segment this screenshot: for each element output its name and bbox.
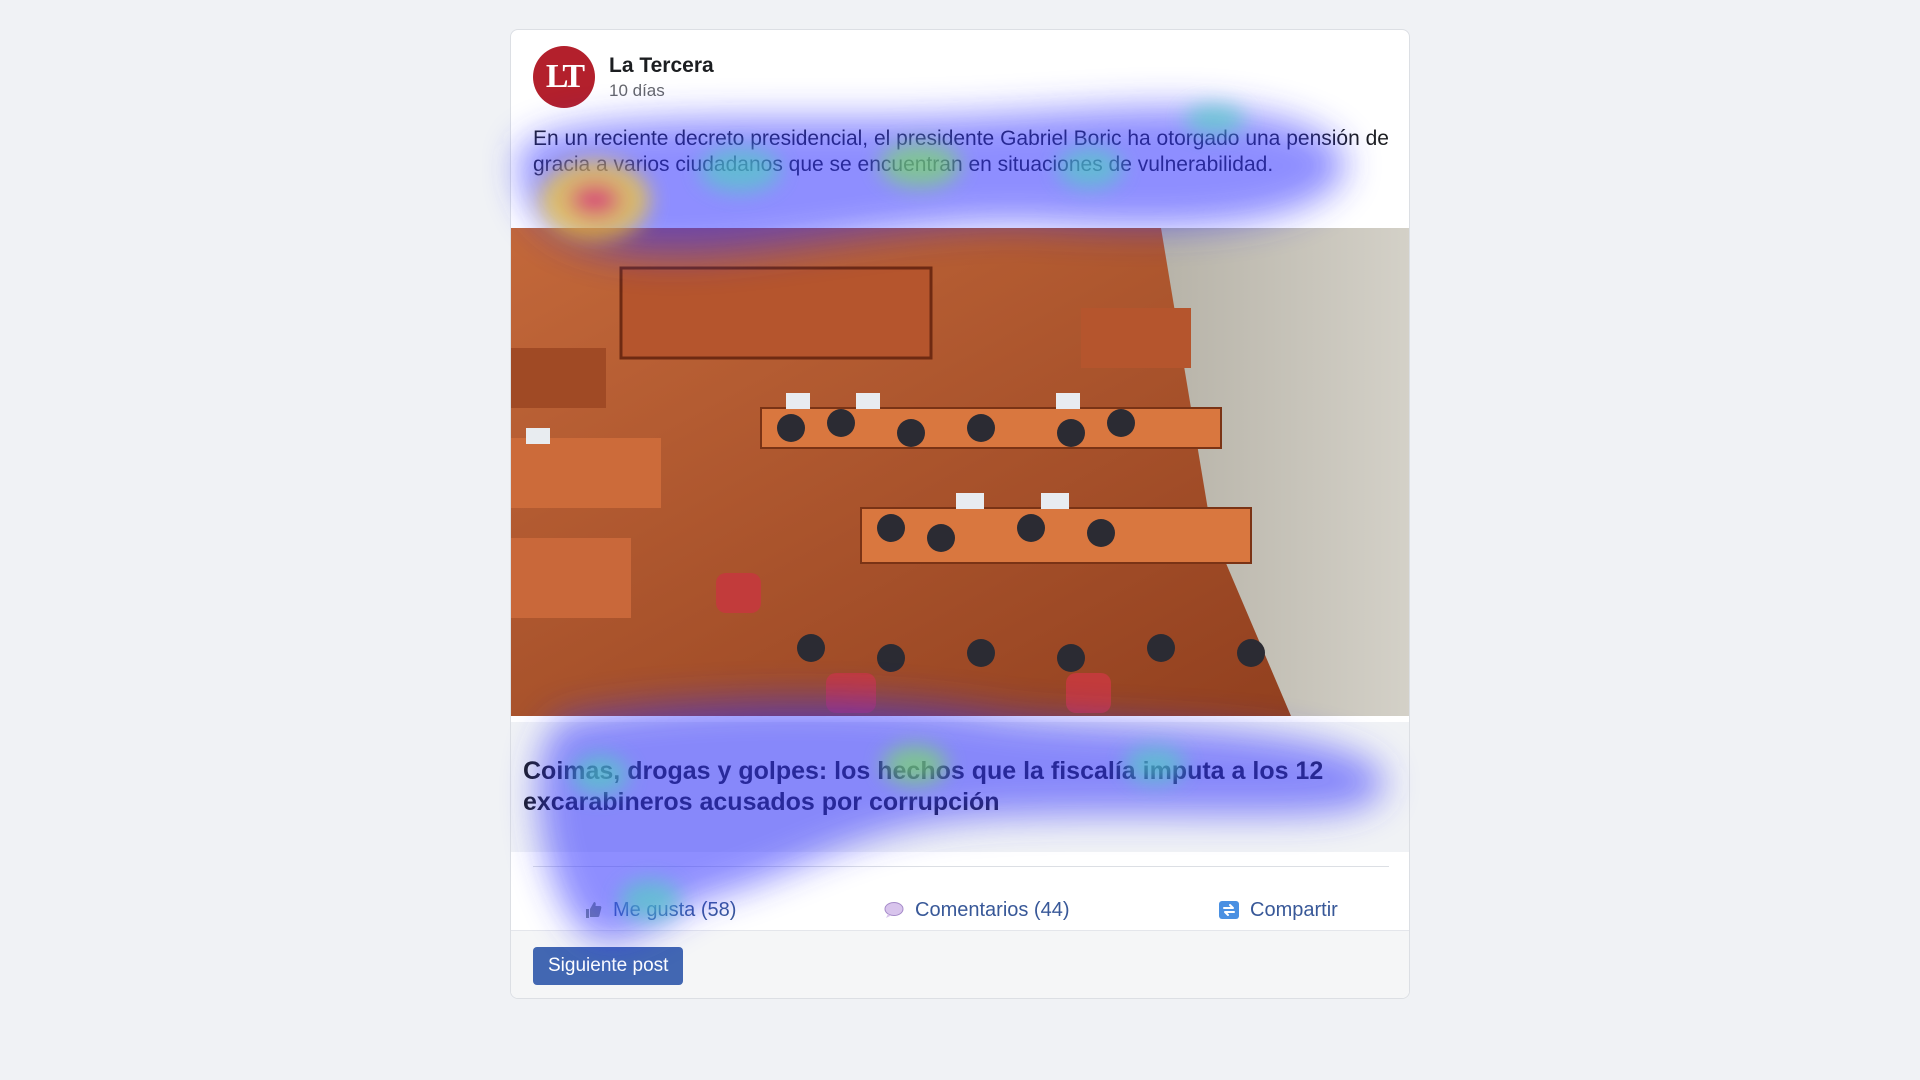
like-label: Me gusta (58) [613,898,737,921]
comment-icon [883,901,905,919]
courtroom-photo [511,228,1409,716]
author-name[interactable]: La Tercera [609,54,714,78]
comments-button[interactable]: Comentarios (44) [883,884,1070,936]
link-title[interactable]: Coimas, drogas y golpes: los hechos que … [523,756,1399,818]
link-preview[interactable]: Coimas, drogas y golpes: los hechos que … [511,722,1409,852]
post-text: En un reciente decreto presidencial, el … [533,127,1389,176]
author-logo[interactable]: LT [533,46,595,108]
post-card: LT La Tercera 10 días En un reciente dec… [510,29,1410,999]
post-footer: Siguiente post [511,930,1409,998]
thumbs-up-icon [583,900,603,920]
post-header: LT La Tercera 10 días [533,46,714,108]
divider [533,866,1389,867]
share-label: Compartir [1250,898,1338,921]
share-button[interactable]: Compartir [1218,884,1338,936]
post-time: 10 días [609,80,665,100]
share-icon [1218,900,1240,920]
post-meta: La Tercera 10 días [609,54,714,101]
like-button[interactable]: Me gusta (58) [583,884,736,936]
post-image[interactable] [511,228,1409,716]
comments-label: Comentarios (44) [915,898,1070,921]
next-post-button[interactable]: Siguiente post [533,947,684,985]
action-bar: Me gusta (58) Comentarios (44) Compartir [511,884,1409,936]
